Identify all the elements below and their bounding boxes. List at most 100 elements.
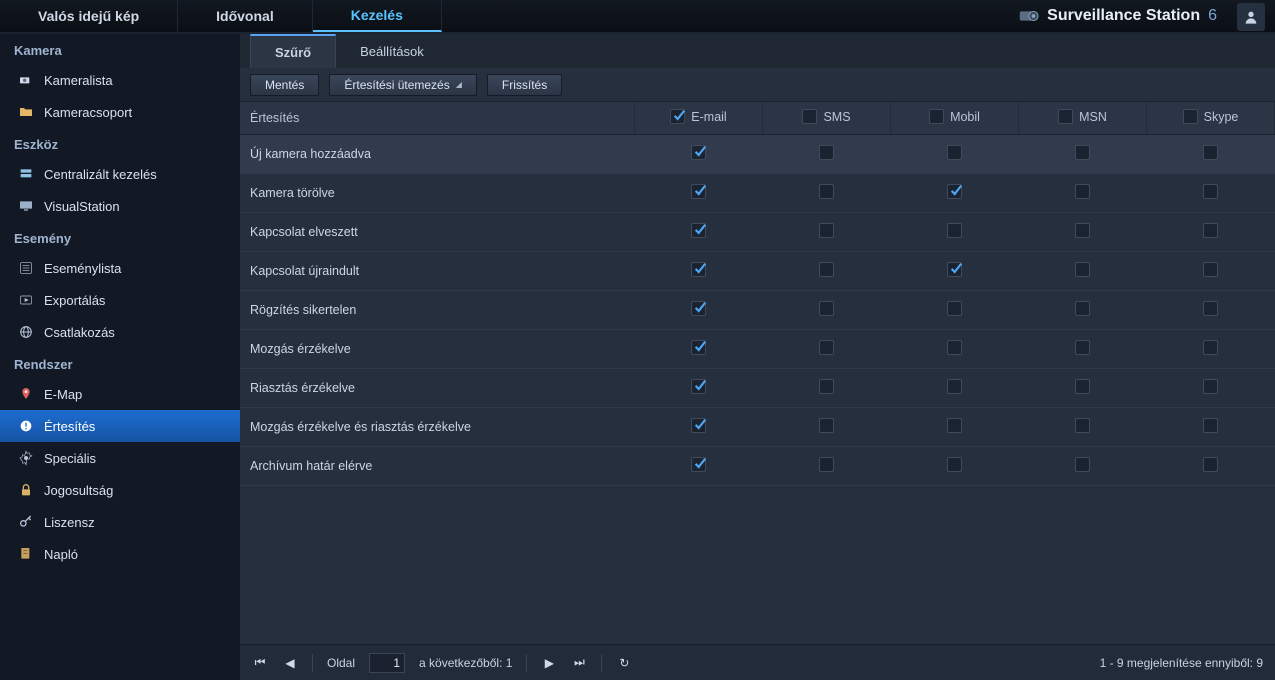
- toptab-timeline[interactable]: Idővonal: [178, 0, 313, 32]
- sidebar-item-cameragroup[interactable]: Kameracsoport: [0, 96, 240, 128]
- col-header-email[interactable]: E-mail: [635, 102, 763, 135]
- row-checkbox[interactable]: [947, 145, 962, 160]
- row-checkbox[interactable]: [947, 379, 962, 394]
- col-header-notification[interactable]: Értesítés: [240, 102, 635, 135]
- row-checkbox[interactable]: [1203, 184, 1218, 199]
- refresh-button[interactable]: Frissítés: [487, 74, 562, 96]
- header-checkbox-msn[interactable]: [1058, 109, 1073, 124]
- sidebar-item-license[interactable]: Liszensz: [0, 506, 240, 538]
- row-checkbox[interactable]: [1203, 301, 1218, 316]
- row-checkbox[interactable]: [819, 418, 834, 433]
- row-checkbox[interactable]: [691, 223, 706, 238]
- page-label: Oldal: [327, 656, 355, 670]
- sidebar-item-eventlist[interactable]: Eseménylista: [0, 252, 240, 284]
- row-checkbox[interactable]: [1203, 379, 1218, 394]
- table-row[interactable]: Kapcsolat elveszett: [240, 213, 1275, 252]
- table-row[interactable]: Mozgás érzékelve és riasztás érzékelve: [240, 408, 1275, 447]
- row-checkbox[interactable]: [691, 340, 706, 355]
- row-checkbox[interactable]: [1075, 262, 1090, 277]
- sidebar-item-emap[interactable]: E-Map: [0, 378, 240, 410]
- toptab-management[interactable]: Kezelés: [313, 0, 442, 32]
- log-icon: [18, 546, 34, 562]
- row-checkbox[interactable]: [947, 223, 962, 238]
- row-checkbox[interactable]: [819, 262, 834, 277]
- row-checkbox[interactable]: [1075, 145, 1090, 160]
- save-button[interactable]: Mentés: [250, 74, 319, 96]
- table-row[interactable]: Rögzítés sikertelen: [240, 291, 1275, 330]
- col-header-msn[interactable]: MSN: [1019, 102, 1147, 135]
- sidebar-item-log[interactable]: Napló: [0, 538, 240, 570]
- row-checkbox[interactable]: [1075, 184, 1090, 199]
- header-checkbox-sms[interactable]: [802, 109, 817, 124]
- toptab-live[interactable]: Valós idejű kép: [0, 0, 178, 32]
- col-header-sms[interactable]: SMS: [763, 102, 891, 135]
- cell-sms: [763, 213, 891, 252]
- sidebar-item-centralized[interactable]: Centralizált kezelés: [0, 158, 240, 190]
- row-checkbox[interactable]: [1203, 262, 1218, 277]
- row-checkbox[interactable]: [1203, 145, 1218, 160]
- row-checkbox[interactable]: [691, 379, 706, 394]
- header-checkbox-mobile[interactable]: [929, 109, 944, 124]
- tab-filter[interactable]: Szűrő: [250, 34, 336, 68]
- table-row[interactable]: Új kamera hozzáadva: [240, 135, 1275, 174]
- row-checkbox[interactable]: [947, 418, 962, 433]
- last-page-button[interactable]: ⏭: [571, 655, 587, 670]
- row-checkbox[interactable]: [819, 379, 834, 394]
- toptab-label: Valós idejű kép: [38, 8, 139, 24]
- row-checkbox[interactable]: [819, 340, 834, 355]
- row-checkbox[interactable]: [1075, 379, 1090, 394]
- row-checkbox[interactable]: [947, 340, 962, 355]
- prev-page-button[interactable]: ◀: [282, 656, 298, 670]
- row-checkbox[interactable]: [1203, 418, 1218, 433]
- row-checkbox[interactable]: [947, 262, 962, 277]
- row-checkbox[interactable]: [691, 262, 706, 277]
- row-checkbox[interactable]: [819, 145, 834, 160]
- row-checkbox[interactable]: [819, 184, 834, 199]
- row-checkbox[interactable]: [819, 457, 834, 472]
- button-label: Mentés: [265, 78, 304, 92]
- col-header-mobile[interactable]: Mobil: [891, 102, 1019, 135]
- first-page-button[interactable]: ⏮: [252, 655, 268, 670]
- tab-settings[interactable]: Beállítások: [336, 34, 448, 68]
- row-checkbox[interactable]: [1075, 301, 1090, 316]
- row-checkbox[interactable]: [691, 457, 706, 472]
- row-checkbox[interactable]: [947, 184, 962, 199]
- row-checkbox[interactable]: [1203, 457, 1218, 472]
- row-checkbox[interactable]: [1075, 340, 1090, 355]
- row-checkbox[interactable]: [1075, 223, 1090, 238]
- next-page-button[interactable]: ▶: [541, 656, 557, 670]
- col-header-skype[interactable]: Skype: [1147, 102, 1275, 135]
- row-checkbox[interactable]: [1203, 340, 1218, 355]
- row-label: Kapcsolat elveszett: [240, 213, 635, 252]
- sidebar-item-cameralist[interactable]: Kameralista: [0, 64, 240, 96]
- row-checkbox[interactable]: [1075, 457, 1090, 472]
- sidebar-item-connect[interactable]: Csatlakozás: [0, 316, 240, 348]
- reload-button[interactable]: ↻: [616, 656, 632, 670]
- row-checkbox[interactable]: [691, 418, 706, 433]
- table-row[interactable]: Kamera törölve: [240, 174, 1275, 213]
- sidebar-item-export[interactable]: Exportálás: [0, 284, 240, 316]
- row-checkbox[interactable]: [1203, 223, 1218, 238]
- table-row[interactable]: Riasztás érzékelve: [240, 369, 1275, 408]
- sidebar-item-visualstation[interactable]: VisualStation: [0, 190, 240, 222]
- row-checkbox[interactable]: [947, 457, 962, 472]
- header-checkbox-email[interactable]: [670, 109, 685, 124]
- row-checkbox[interactable]: [947, 301, 962, 316]
- cell-mobile: [891, 213, 1019, 252]
- row-checkbox[interactable]: [819, 301, 834, 316]
- row-checkbox[interactable]: [691, 184, 706, 199]
- row-checkbox[interactable]: [691, 145, 706, 160]
- table-row[interactable]: Kapcsolat újraindult: [240, 252, 1275, 291]
- row-checkbox[interactable]: [819, 223, 834, 238]
- sidebar-item-notification[interactable]: Értesítés: [0, 410, 240, 442]
- page-input[interactable]: [369, 653, 405, 673]
- user-menu[interactable]: [1237, 3, 1265, 31]
- table-row[interactable]: Archívum határ elérve: [240, 447, 1275, 486]
- table-row[interactable]: Mozgás érzékelve: [240, 330, 1275, 369]
- sidebar-item-advanced[interactable]: Speciális: [0, 442, 240, 474]
- schedule-button[interactable]: Értesítési ütemezés◢: [329, 74, 477, 96]
- row-checkbox[interactable]: [1075, 418, 1090, 433]
- sidebar-item-privilege[interactable]: Jogosultság: [0, 474, 240, 506]
- header-checkbox-skype[interactable]: [1183, 109, 1198, 124]
- row-checkbox[interactable]: [691, 301, 706, 316]
